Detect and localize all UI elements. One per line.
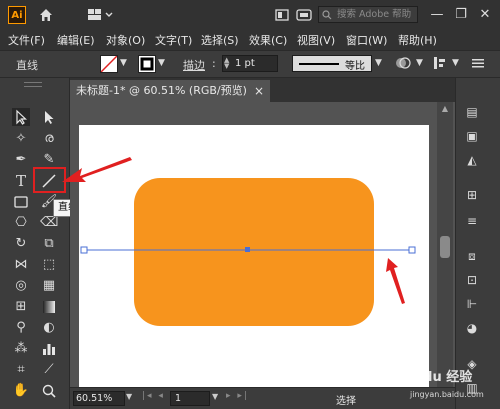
annotation-arrow-left <box>62 157 132 182</box>
anchor-point-start <box>80 246 88 254</box>
transform-panel-icon[interactable]: ⧈ <box>463 248 481 264</box>
stroke-panel-icon[interactable]: ≡ <box>463 213 481 229</box>
align-panel-icon[interactable]: ⊩ <box>463 296 481 312</box>
scroll-up-icon[interactable]: ▲ <box>437 104 453 116</box>
watermark-logo: Baidu 经验 <box>400 370 473 385</box>
swatches-panel-icon[interactable]: ⊞ <box>463 187 481 203</box>
scrollbar-thumb[interactable] <box>440 236 450 258</box>
watermark-url: jingyan.baidu.com <box>410 390 484 399</box>
anchor-point-end <box>408 246 416 254</box>
current-tool-label: 选择 <box>336 396 356 407</box>
next-last-artboard-icon[interactable]: ▸ ▸| <box>226 391 249 401</box>
center-point <box>245 247 250 252</box>
libraries-panel-icon[interactable]: ▣ <box>463 128 481 144</box>
color-guide-panel-icon[interactable]: ◭ <box>463 152 481 168</box>
first-prev-artboard-icon[interactable]: |◂ ◂ <box>142 391 165 401</box>
pathfinder-panel-icon[interactable]: ◕ <box>463 320 481 336</box>
artboard-number-input[interactable]: 1 <box>170 391 210 406</box>
zoom-chevron-icon[interactable]: ▼ <box>126 392 132 401</box>
annotation-arrow-up <box>386 258 405 304</box>
artboard-chevron-icon[interactable]: ▼ <box>212 392 218 401</box>
properties-panel-icon[interactable]: ▤ <box>463 104 481 120</box>
line-segment-overlay <box>62 157 416 304</box>
links-panel-icon[interactable]: ⊡ <box>463 272 481 288</box>
zoom-level-input[interactable]: 60.51% <box>73 391 125 406</box>
